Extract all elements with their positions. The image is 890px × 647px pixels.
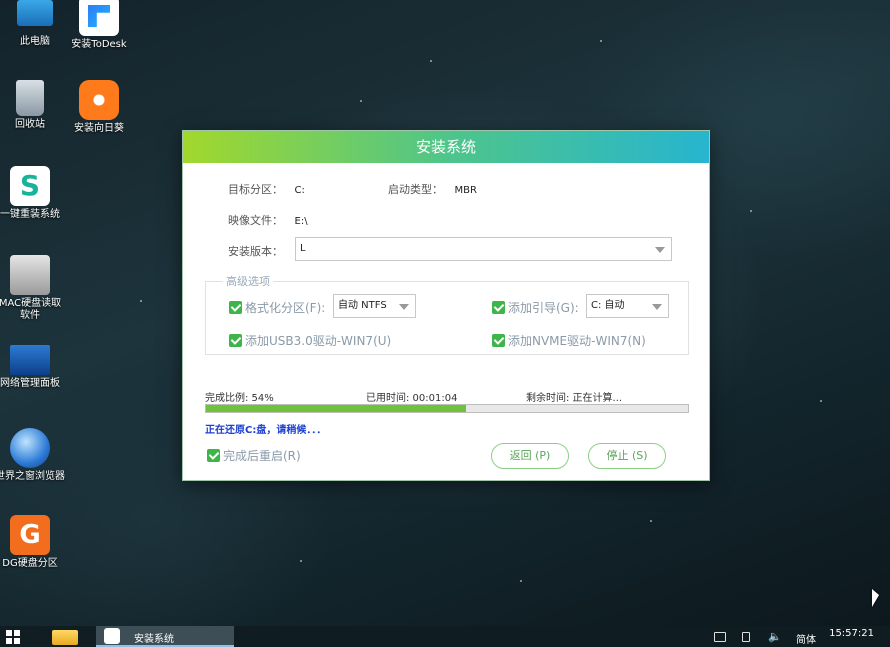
checkbox-checked-icon <box>229 334 242 347</box>
progress-bar <box>205 404 689 413</box>
desktop-icon-label: 世界之窗浏览器 <box>0 471 65 482</box>
image-file-label: 映像文件： <box>228 214 283 227</box>
windows-logo-icon <box>6 630 12 636</box>
desktop-icon-browser[interactable]: 世界之窗浏览器 <box>0 428 65 483</box>
display-tray-icon[interactable] <box>714 632 726 642</box>
install-version-label: 安装版本： <box>228 245 283 258</box>
desktop-icon-sunflower[interactable]: 安装向日葵 <box>64 80 134 135</box>
back-button[interactable]: 返回 (P) <box>491 443 569 469</box>
target-partition-label: 目标分区： <box>228 183 283 196</box>
mouse-cursor-icon <box>872 589 879 607</box>
sunflower-icon <box>79 80 119 120</box>
file-explorer-icon[interactable] <box>52 630 78 645</box>
chevron-down-icon <box>652 304 662 310</box>
dialog-title: 安装系统 <box>183 131 709 163</box>
nvme-driver-label: 添加NVME驱动-WIN7(N) <box>508 334 646 348</box>
install-version-value: L <box>300 243 306 254</box>
reboot-after-label: 完成后重启(R) <box>223 449 301 463</box>
usb-tray-icon[interactable] <box>742 632 750 642</box>
add-boot-label: 添加引导(G): <box>508 301 579 315</box>
desktop-icon-network-panel[interactable]: 网络管理面板 <box>0 345 65 390</box>
browser-globe-icon <box>10 428 50 468</box>
desktop-icon-label: 一键重装系统 <box>0 209 60 220</box>
diskgenius-icon <box>10 515 50 555</box>
input-language[interactable]: 简体 <box>796 631 816 646</box>
remaining-time: 剩余时间: 正在计算... <box>526 393 623 404</box>
boot-type-label: 启动类型： <box>388 183 443 196</box>
progress-ratio: 完成比例: 54% <box>205 393 274 404</box>
desktop-icon-label: 此电脑 <box>20 36 50 47</box>
usb3-driver-label: 添加USB3.0驱动-WIN7(U) <box>245 334 392 348</box>
target-partition-value: C: <box>294 185 305 196</box>
checkbox-checked-icon <box>229 301 242 314</box>
boot-type-value: MBR <box>454 185 477 196</box>
taskbar-item-label: 安装系统 <box>134 634 174 645</box>
windows-logo-icon <box>14 630 20 636</box>
desktop-icon-reinstall[interactable]: 一键重装系统 <box>0 166 65 221</box>
format-partition-value: 自动 NTFS <box>338 300 387 311</box>
start-button[interactable] <box>6 630 20 644</box>
windows-logo-icon <box>14 638 20 644</box>
image-file-value: E:\ <box>294 216 308 227</box>
nvme-driver-checkbox[interactable]: 添加NVME驱动-WIN7(N) <box>492 332 646 349</box>
computer-icon <box>17 0 53 26</box>
format-partition-checkbox[interactable]: 格式化分区(F): <box>229 299 325 316</box>
reinstall-system-icon <box>10 166 50 206</box>
todesk-icon <box>79 0 119 36</box>
checkbox-checked-icon <box>492 334 505 347</box>
usb3-driver-checkbox[interactable]: 添加USB3.0驱动-WIN7(U) <box>229 332 391 349</box>
network-panel-icon <box>10 345 50 375</box>
desktop-icon-todesk[interactable]: 安装ToDesk <box>64 0 134 51</box>
desktop-icon-diskgenius[interactable]: DG硬盘分区 <box>0 515 65 570</box>
desktop-icon-label: 回收站 <box>15 119 45 130</box>
recycle-bin-icon <box>16 80 44 116</box>
install-system-dialog: 安装系统 目标分区： C: 启动类型： MBR 映像文件： E:\ 安装版本： … <box>182 130 710 481</box>
desktop-icon-computer[interactable]: 此电脑 <box>0 0 70 48</box>
desktop-icon-label: 网络管理面板 <box>0 378 60 389</box>
checkbox-checked-icon <box>492 301 505 314</box>
progress-bar-fill <box>206 405 467 412</box>
checkbox-checked-icon <box>207 449 220 462</box>
desktop-icon-mac-disk[interactable]: MAC硬盘读取软件 <box>0 255 65 322</box>
add-boot-value: C: 自动 <box>591 300 625 311</box>
status-message: 正在还原C:盘，请稍候．．． <box>205 425 327 436</box>
desktop-icon-label: DG硬盘分区 <box>2 558 58 569</box>
chevron-down-icon <box>399 304 409 310</box>
clock-time[interactable]: 15:57:21 <box>829 628 874 639</box>
add-boot-select[interactable]: C: 自动 <box>586 294 669 318</box>
desktop-icon-label: 安装ToDesk <box>71 39 127 50</box>
format-partition-select[interactable]: 自动 NTFS <box>333 294 416 318</box>
reboot-after-checkbox[interactable]: 完成后重启(R) <box>207 447 301 464</box>
elapsed-time: 已用时间: 00:01:04 <box>366 393 458 404</box>
advanced-options-title: 高级选项 <box>223 273 273 289</box>
chevron-down-icon <box>655 247 665 253</box>
install-system-app-icon <box>104 628 120 644</box>
volume-icon[interactable]: 🔈 <box>768 630 782 643</box>
add-boot-checkbox[interactable]: 添加引导(G): <box>492 299 579 316</box>
install-version-select[interactable]: L <box>295 237 672 261</box>
taskbar: 安装系统 🔈 简体 15:57:21 <box>0 626 890 647</box>
desktop-icon-recycle-bin[interactable]: 回收站 <box>0 80 65 131</box>
mac-disk-icon <box>10 255 50 295</box>
format-partition-label: 格式化分区(F): <box>245 301 326 315</box>
stop-button[interactable]: 停止 (S) <box>588 443 666 469</box>
taskbar-item-install-system[interactable]: 安装系统 <box>96 626 234 647</box>
windows-logo-icon <box>6 638 12 644</box>
desktop-icon-label: 安装向日葵 <box>74 123 124 134</box>
desktop-icon-label: MAC硬盘读取软件 <box>0 298 62 321</box>
